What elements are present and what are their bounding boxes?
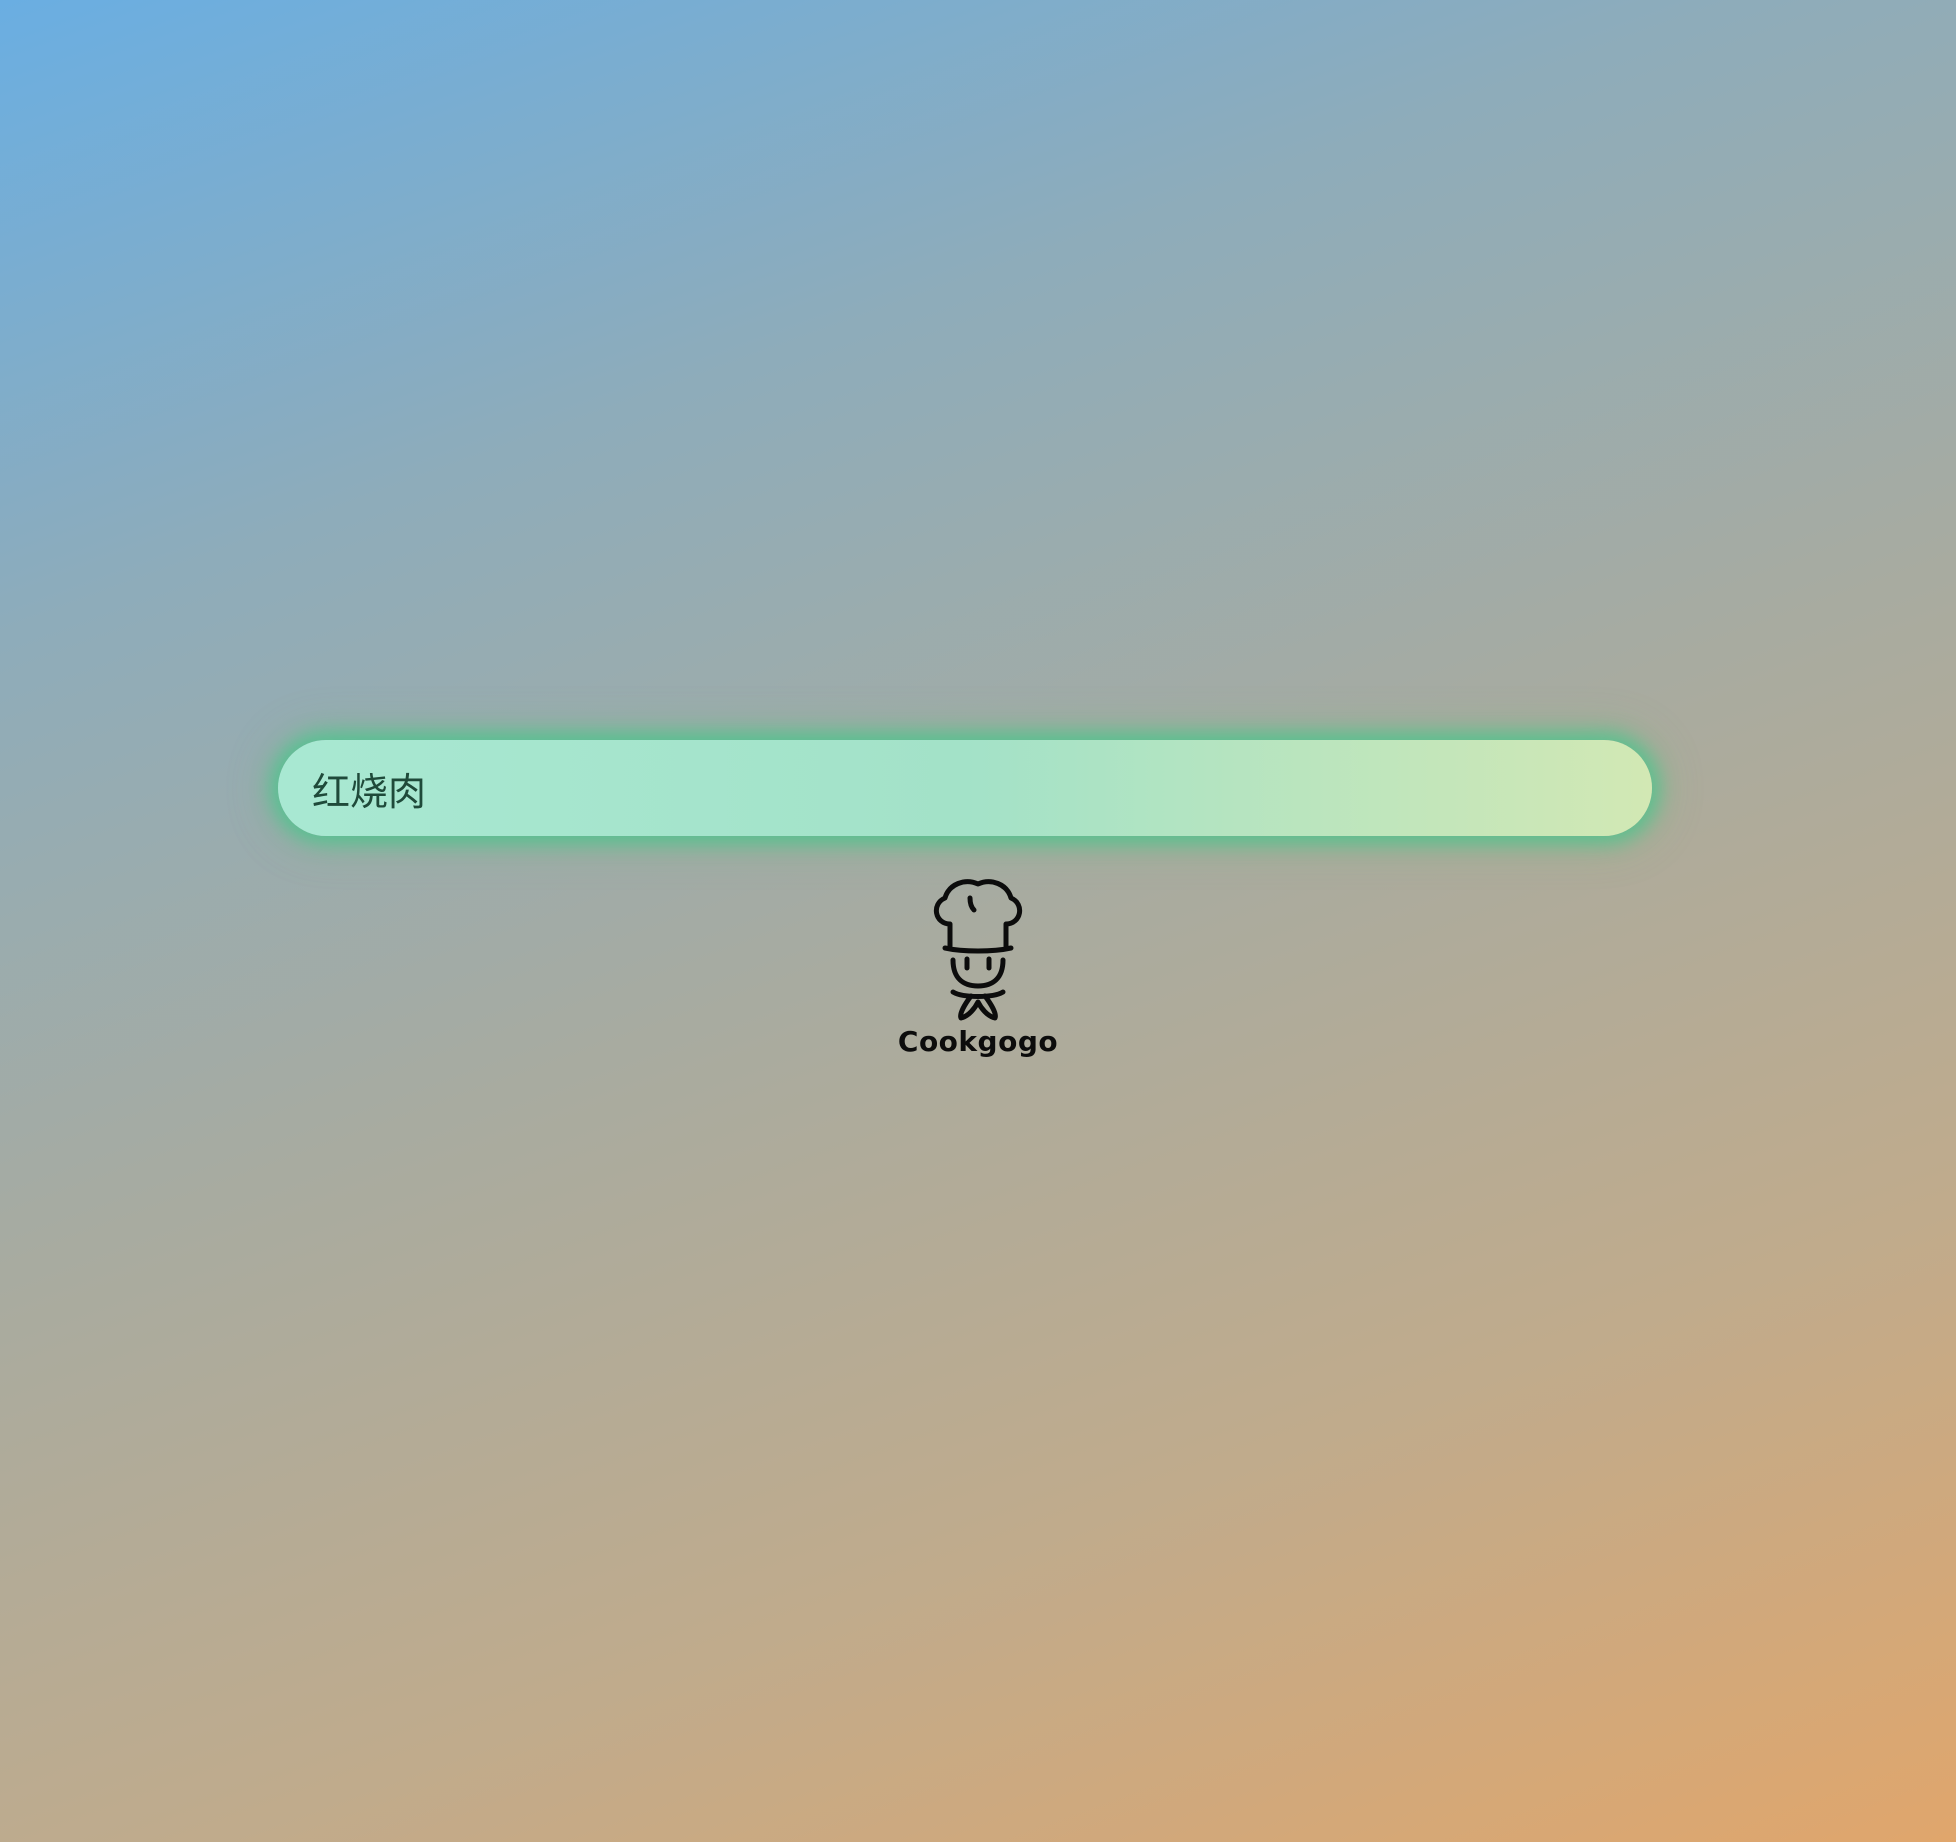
search-bar[interactable] (278, 740, 1652, 836)
search-input[interactable] (312, 740, 1618, 836)
app-logo: Cookgogo (878, 874, 1078, 1056)
brand-name: Cookgogo (897, 1025, 1059, 1058)
chef-icon (933, 879, 1023, 1021)
